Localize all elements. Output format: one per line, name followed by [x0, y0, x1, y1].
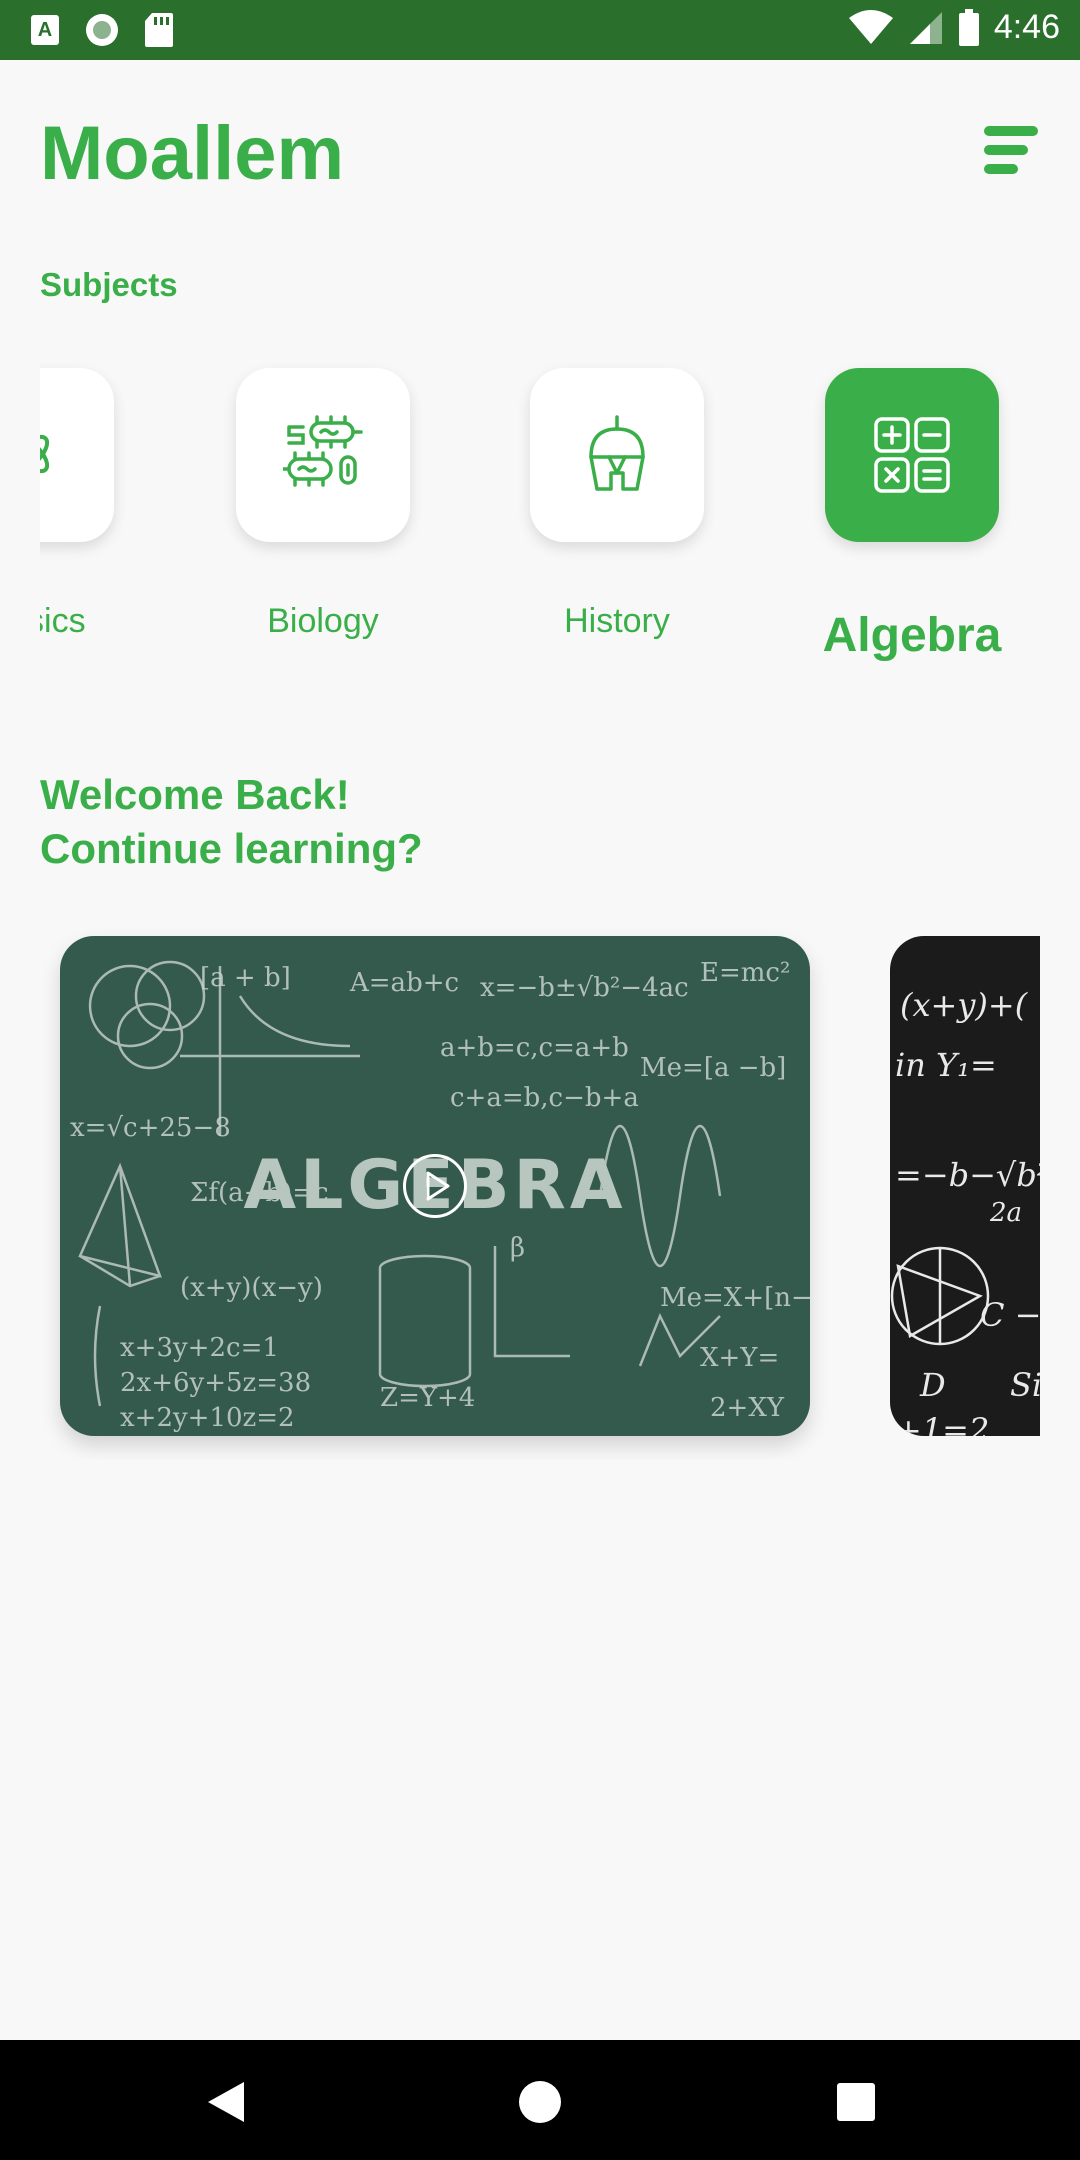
svg-text:x+3y+2c=1: x+3y+2c=1 [120, 1333, 279, 1363]
svg-text:Si: Si [1010, 1366, 1040, 1404]
svg-text:c+a=b,c−b+a: c+a=b,c−b+a [450, 1083, 639, 1113]
play-button[interactable] [403, 1154, 467, 1218]
subject-card-biology[interactable] [236, 368, 410, 542]
lesson-card-algebra[interactable]: [a + b] A=ab+c x=−b±√b²−4ac E=mc² a+b=c,… [60, 936, 810, 1436]
recents-icon[interactable] [834, 2080, 878, 2124]
svg-text:x+2y+10z=2: x+2y+10z=2 [120, 1403, 295, 1433]
home-icon[interactable] [518, 2080, 562, 2124]
svg-text:2x+6y+5z=38: 2x+6y+5z=38 [120, 1368, 311, 1398]
atom-icon [40, 434, 50, 474]
svg-text:in Y₁=: in Y₁= [895, 1046, 997, 1084]
svg-text:A: A [38, 19, 52, 41]
clock: 4:46 [993, 8, 1060, 46]
welcome-message: Welcome Back! Continue learning? [40, 768, 423, 876]
svg-text:E=mc²: E=mc² [700, 958, 790, 988]
chalkboard-black-thumbnail: (x+y)+( in Y₁= =−b−√b²−4a 2a C − D Si +1… [890, 986, 1040, 1436]
svg-text:Me=[a −b]: Me=[a −b] [640, 1053, 786, 1083]
sort-menu-icon[interactable] [980, 120, 1042, 180]
bacteria-icon [283, 415, 363, 487]
play-icon [426, 1171, 450, 1201]
svg-text:Me=X+[n−Z]: Me=X+[n−Z] [660, 1283, 810, 1313]
subject-label-algebra: Algebra [822, 609, 1002, 662]
svg-text:a+b=c,c=a+b: a+b=c,c=a+b [440, 1033, 629, 1063]
helmet-icon [589, 415, 645, 491]
lessons-carousel[interactable]: [a + b] A=ab+c x=−b±√b²−4ac E=mc² a+b=c,… [0, 920, 1040, 1460]
svg-text:+1=2: +1=2 [895, 1411, 989, 1436]
subject-label-physics: Physics [40, 602, 86, 640]
svg-text:=−b−√b²−4a: =−b−√b²−4a [895, 1156, 1040, 1194]
welcome-line-2: Continue learning? [40, 825, 423, 872]
svg-text:2+XY: 2+XY [710, 1393, 785, 1423]
status-bar: A 4:46 [0, 0, 1080, 60]
subject-label-history: History [564, 602, 670, 640]
record-icon [86, 14, 118, 46]
svg-text:[a + b]: [a + b] [200, 963, 291, 993]
svg-text:A=ab+c: A=ab+c [349, 968, 459, 998]
svg-text:D: D [919, 1366, 946, 1404]
calculator-icon [874, 417, 950, 493]
svg-text:(x+y)(x−y): (x+y)(x−y) [180, 1273, 323, 1303]
subjects-heading: Subjects [40, 266, 178, 303]
font-a-icon: A [31, 15, 59, 45]
lesson-card-next[interactable]: (x+y)+( in Y₁= =−b−√b²−4a 2a C − D Si +1… [890, 936, 1040, 1436]
subject-label-biology: Biology [267, 602, 379, 640]
subject-card-physics[interactable] [40, 368, 114, 542]
wifi-icon [848, 9, 893, 44]
svg-text:(x+y)+(: (x+y)+( [900, 986, 1029, 1024]
subjects-carousel[interactable]: Physics Biology [40, 340, 1040, 680]
svg-text:x=−b±√b²−4ac: x=−b±√b²−4ac [480, 973, 689, 1003]
back-icon[interactable] [204, 2080, 248, 2124]
subject-card-algebra[interactable] [825, 368, 999, 542]
signal-icon [909, 11, 942, 44]
svg-text:x=√c+25−8: x=√c+25−8 [70, 1113, 231, 1143]
sd-card-icon [145, 13, 173, 47]
subject-card-history[interactable] [530, 368, 704, 542]
app-title: Moallem [40, 111, 345, 196]
svg-text:X+Y=: X+Y= [700, 1343, 779, 1373]
svg-text:Z=Y+4: Z=Y+4 [380, 1383, 475, 1413]
welcome-line-1: Welcome Back! [40, 771, 350, 818]
navigation-bar [0, 2040, 1080, 2160]
svg-text:C −: C − [980, 1296, 1040, 1334]
battery-icon [958, 8, 979, 46]
svg-text:2a: 2a [989, 1198, 1022, 1228]
svg-text:β: β [510, 1233, 525, 1263]
